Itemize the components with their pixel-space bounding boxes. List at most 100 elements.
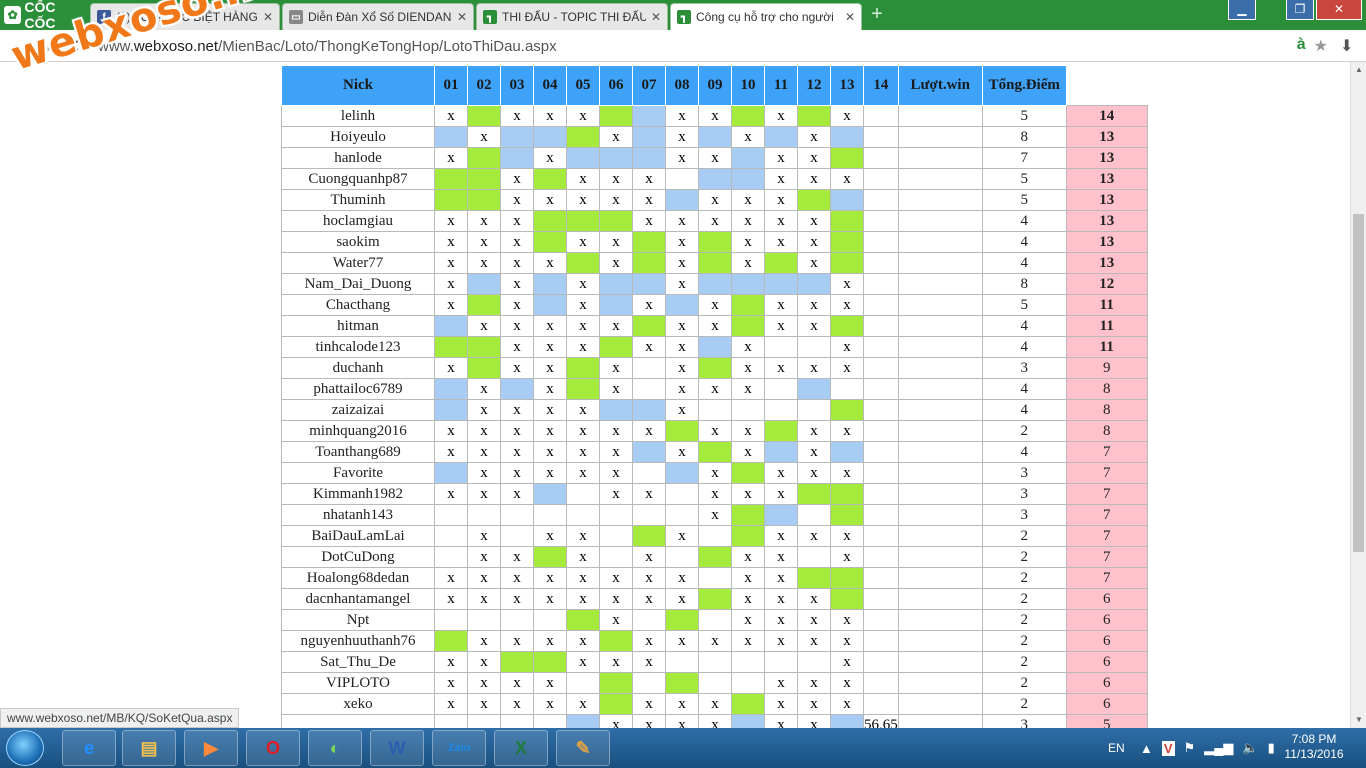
player-nick[interactable]: Chacthang bbox=[281, 294, 435, 316]
player-nick[interactable]: tinhcalode123 bbox=[281, 336, 435, 358]
column-header[interactable]: 02 bbox=[467, 65, 501, 106]
network-icon[interactable]: ▂▄▆ bbox=[1204, 740, 1233, 756]
win-count: 5 bbox=[981, 294, 1067, 316]
close-tab-icon[interactable]: ✕ bbox=[651, 10, 661, 24]
day-cell bbox=[599, 273, 633, 295]
player-nick[interactable]: BaiDauLamLai bbox=[281, 525, 435, 547]
day-cell: x bbox=[665, 693, 699, 715]
column-header[interactable]: 08 bbox=[665, 65, 699, 106]
close-tab-icon[interactable]: ✕ bbox=[263, 10, 273, 24]
column-header[interactable]: 05 bbox=[566, 65, 600, 106]
day-cell bbox=[500, 714, 534, 728]
player-nick[interactable]: saokim bbox=[281, 231, 435, 253]
start-button[interactable] bbox=[6, 730, 44, 766]
column-header[interactable]: 09 bbox=[698, 65, 732, 106]
player-nick[interactable]: duchanh bbox=[281, 357, 435, 379]
scrollbar-thumb[interactable] bbox=[1353, 214, 1364, 552]
menu-icon[interactable]: ⬇ bbox=[1340, 36, 1356, 56]
day-cell bbox=[797, 105, 831, 127]
new-tab-button[interactable]: + bbox=[866, 4, 888, 26]
minimize-button[interactable]: ▁ bbox=[1228, 0, 1256, 20]
browser-tab-1[interactable]: f (1) LOẠI ĐẶC BIỆT HÀNG N ✕ bbox=[90, 3, 280, 30]
player-nick[interactable]: Hoalong68dedan bbox=[281, 567, 435, 589]
column-header[interactable]: 14 bbox=[863, 65, 899, 106]
taskbar-clock[interactable]: 7:08 PM 11/13/2016 bbox=[1282, 732, 1346, 762]
column-header[interactable]: 03 bbox=[500, 65, 534, 106]
player-nick[interactable]: Water77 bbox=[281, 252, 435, 274]
paint-icon[interactable]: ✎ bbox=[556, 730, 610, 766]
column-header[interactable]: Tổng.Điểm bbox=[981, 65, 1067, 106]
player-nick[interactable]: xeko bbox=[281, 693, 435, 715]
player-nick[interactable]: lelinh bbox=[281, 105, 435, 127]
battery-icon[interactable]: ▮ bbox=[1268, 740, 1275, 756]
translate-icon[interactable]: à bbox=[1297, 36, 1306, 56]
day-cell: x bbox=[599, 609, 633, 631]
player-nick[interactable]: Nam_Dai_Duong bbox=[281, 273, 435, 295]
back-button[interactable]: ← bbox=[6, 35, 28, 57]
ie-icon[interactable]: e bbox=[62, 730, 116, 766]
column-header[interactable]: 01 bbox=[434, 65, 468, 106]
zalo-icon[interactable]: Zalo bbox=[432, 730, 486, 766]
close-tab-icon[interactable]: ✕ bbox=[845, 10, 855, 24]
bookmark-star-icon[interactable]: ★ bbox=[1314, 36, 1328, 56]
opera-icon[interactable]: O bbox=[246, 730, 300, 766]
restore-button[interactable]: ❐ bbox=[1286, 0, 1314, 20]
player-nick[interactable]: zaizaizai bbox=[281, 399, 435, 421]
player-nick[interactable]: Sat_Thu_De bbox=[281, 651, 435, 673]
player-nick[interactable]: Kimmanh1982 bbox=[281, 483, 435, 505]
url-host: webxoso.net bbox=[133, 37, 219, 55]
player-nick[interactable] bbox=[281, 714, 435, 728]
excel-icon[interactable]: X bbox=[494, 730, 548, 766]
day-cell bbox=[863, 546, 899, 568]
player-nick[interactable]: phattailoc6789 bbox=[281, 378, 435, 400]
column-header[interactable]: 04 bbox=[533, 65, 567, 106]
close-window-button[interactable]: ✕ bbox=[1316, 0, 1362, 20]
flag-icon[interactable]: ⚑ bbox=[1184, 740, 1196, 756]
player-nick[interactable]: hanlode bbox=[281, 147, 435, 169]
column-header[interactable]: 12 bbox=[797, 65, 831, 106]
explorer-icon[interactable]: ▤ bbox=[122, 730, 176, 766]
player-nick[interactable]: nhatanh143 bbox=[281, 504, 435, 526]
close-tab-icon[interactable]: ✕ bbox=[457, 10, 467, 24]
player-nick[interactable]: minhquang2016 bbox=[281, 420, 435, 442]
player-nick[interactable]: hoclamgiau bbox=[281, 210, 435, 232]
player-nick[interactable]: Npt bbox=[281, 609, 435, 631]
scroll-up-icon[interactable]: ▲ bbox=[1351, 62, 1366, 78]
player-nick[interactable]: DotCuDong bbox=[281, 546, 435, 568]
column-header[interactable]: 13 bbox=[830, 65, 864, 106]
coccoc-logo[interactable]: ✿ CỐC CỐC bbox=[0, 0, 88, 31]
media-player-icon[interactable]: ▶ bbox=[184, 730, 238, 766]
player-nick[interactable]: dacnhantamangel bbox=[281, 588, 435, 610]
player-nick[interactable]: Toanthang689 bbox=[281, 441, 435, 463]
column-header[interactable]: Lượt.win bbox=[897, 65, 983, 106]
word-icon[interactable]: W bbox=[370, 730, 424, 766]
player-nick[interactable]: Cuongquanhp87 bbox=[281, 168, 435, 190]
coccoc-icon[interactable]: ◐ bbox=[308, 730, 362, 766]
browser-tab-2[interactable]: ▭ Diễn Đàn Xổ Số DIENDAN ✕ bbox=[282, 3, 474, 30]
scroll-down-icon[interactable]: ▼ bbox=[1351, 712, 1366, 728]
volume-icon[interactable]: 🔈 bbox=[1242, 740, 1258, 756]
browser-tab-4[interactable]: ┓ Công cụ hỗ trợ cho người ✕ bbox=[670, 3, 862, 30]
day-cell bbox=[698, 525, 732, 547]
forward-button[interactable]: → bbox=[34, 35, 56, 57]
player-nick[interactable]: VIPLOTO bbox=[281, 672, 435, 694]
player-nick[interactable]: hitman bbox=[281, 315, 435, 337]
column-header[interactable]: Nick bbox=[281, 65, 435, 106]
vertical-scrollbar[interactable]: ▲ ▼ bbox=[1350, 62, 1366, 728]
day-cell bbox=[434, 399, 468, 421]
vietkey-icon[interactable]: V bbox=[1161, 740, 1175, 756]
player-nick[interactable]: Hoiyeulo bbox=[281, 126, 435, 148]
player-nick[interactable]: Thuminh bbox=[281, 189, 435, 211]
stop-loading-button[interactable]: ✕ bbox=[62, 35, 84, 57]
player-nick[interactable]: Favorite bbox=[281, 462, 435, 484]
column-header[interactable]: 07 bbox=[632, 65, 666, 106]
day-cell bbox=[797, 546, 831, 568]
language-indicator[interactable]: EN bbox=[1108, 728, 1125, 768]
column-header[interactable]: 11 bbox=[764, 65, 798, 106]
tray-arrow-icon[interactable]: ▲ bbox=[1140, 741, 1153, 756]
player-nick[interactable]: nguyenhuuthanh76 bbox=[281, 630, 435, 652]
address-bar[interactable]: www. webxoso.net/MienBac/Loto/ThongKeTong… bbox=[98, 34, 1338, 58]
browser-tab-3[interactable]: ┓ THI ĐẤU - TOPIC THI ĐẤU ✕ bbox=[476, 3, 668, 30]
column-header[interactable]: 06 bbox=[599, 65, 633, 106]
column-header[interactable]: 10 bbox=[731, 65, 765, 106]
